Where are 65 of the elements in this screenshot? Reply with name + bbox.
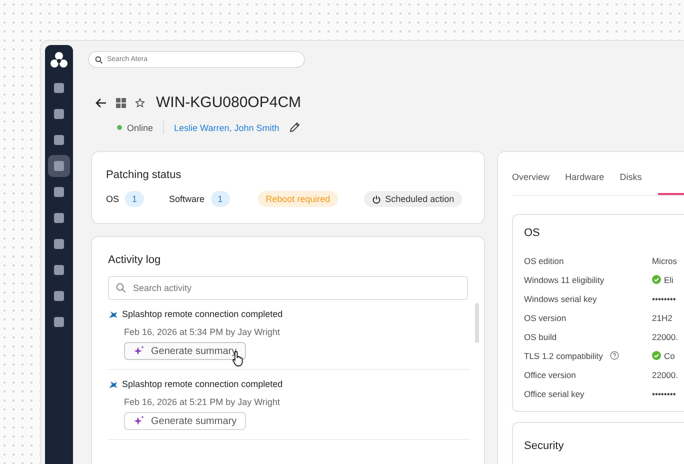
check-icon: [652, 351, 661, 360]
square-icon: [53, 82, 65, 94]
card-title: Activity log: [108, 254, 162, 266]
square-icon: [53, 134, 65, 146]
status-text: Online: [127, 122, 154, 132]
check-icon: [652, 275, 661, 284]
field-value: 22000.: [652, 370, 678, 380]
help-icon[interactable]: [610, 351, 619, 360]
tab[interactable]: Disks: [620, 162, 648, 195]
remote-icon: [108, 380, 118, 388]
patch-label: OS: [106, 194, 120, 204]
field-label: Office serial key: [524, 388, 584, 398]
count-badge: 1: [125, 191, 144, 207]
square-icon: [53, 290, 65, 302]
search-icon: [116, 283, 126, 293]
count-badge: 1: [210, 191, 230, 207]
entry-title: Splashtop remote connection completed: [122, 309, 283, 319]
field-label: OS edition: [524, 256, 564, 266]
search-field[interactable]: Search activity: [108, 276, 468, 300]
square-icon: [53, 108, 65, 120]
field-label: OS build: [524, 332, 557, 342]
entry-meta: Feb 16, 2026 at 5:34 PM by Jay Wright: [124, 327, 281, 337]
field-value: Co: [664, 350, 675, 360]
square-icon: [53, 316, 65, 328]
entry-meta: Feb 16, 2026 at 5:21 PM by Jay Wright: [124, 397, 281, 407]
generate-summary-button[interactable]: Generate summary: [124, 412, 246, 430]
sidebar-item[interactable]: [48, 155, 70, 177]
field-value: 21H2: [652, 312, 672, 322]
square-icon: [53, 238, 65, 250]
star-icon[interactable]: [135, 98, 145, 108]
patch-label: Software: [169, 194, 205, 204]
search-icon: [95, 56, 103, 64]
square-icon: [53, 212, 65, 224]
square-icon: [53, 160, 65, 172]
field-value: ••••••••: [652, 294, 676, 304]
logo-icon: [50, 51, 68, 69]
square-icon: [53, 264, 65, 276]
card-title: OS: [524, 227, 541, 239]
entry-title: Splashtop remote connection completed: [122, 379, 283, 389]
windows-icon: [116, 98, 126, 108]
field-value: Eli: [664, 274, 674, 284]
field-value: Micros: [652, 256, 678, 266]
field-label: Windows serial key: [524, 294, 597, 304]
back-arrow-icon[interactable]: [95, 98, 107, 108]
sparkle-icon: [133, 345, 145, 357]
square-icon: [53, 186, 65, 198]
power-icon: [372, 194, 382, 204]
device-name: WIN-KGU080OP4CM: [156, 94, 302, 111]
field-label: Windows 11 eligibility: [524, 274, 604, 284]
card-title: Patching status: [106, 169, 182, 181]
field-label: OS version: [524, 312, 566, 322]
field-value: ••••••••: [652, 388, 676, 398]
generate-summary-button[interactable]: Generate summary: [124, 342, 246, 360]
scheduled-action-button[interactable]: Scheduled action: [364, 191, 462, 207]
field-label: TLS 1.2 compatibility: [524, 350, 603, 360]
status-badge: Reboot required: [258, 191, 338, 207]
card-title: Security: [524, 440, 565, 452]
tab[interactable]: Hardware: [565, 162, 610, 195]
remote-icon: [108, 310, 118, 318]
field-value: 22000.: [652, 332, 678, 342]
pencil-icon[interactable]: [289, 122, 300, 133]
sparkle-icon: [133, 415, 145, 427]
assignees-link[interactable]: Leslie Warren, John Smith: [174, 122, 280, 132]
field-label: Office version: [524, 370, 576, 380]
tab[interactable]: Overview: [512, 162, 556, 195]
